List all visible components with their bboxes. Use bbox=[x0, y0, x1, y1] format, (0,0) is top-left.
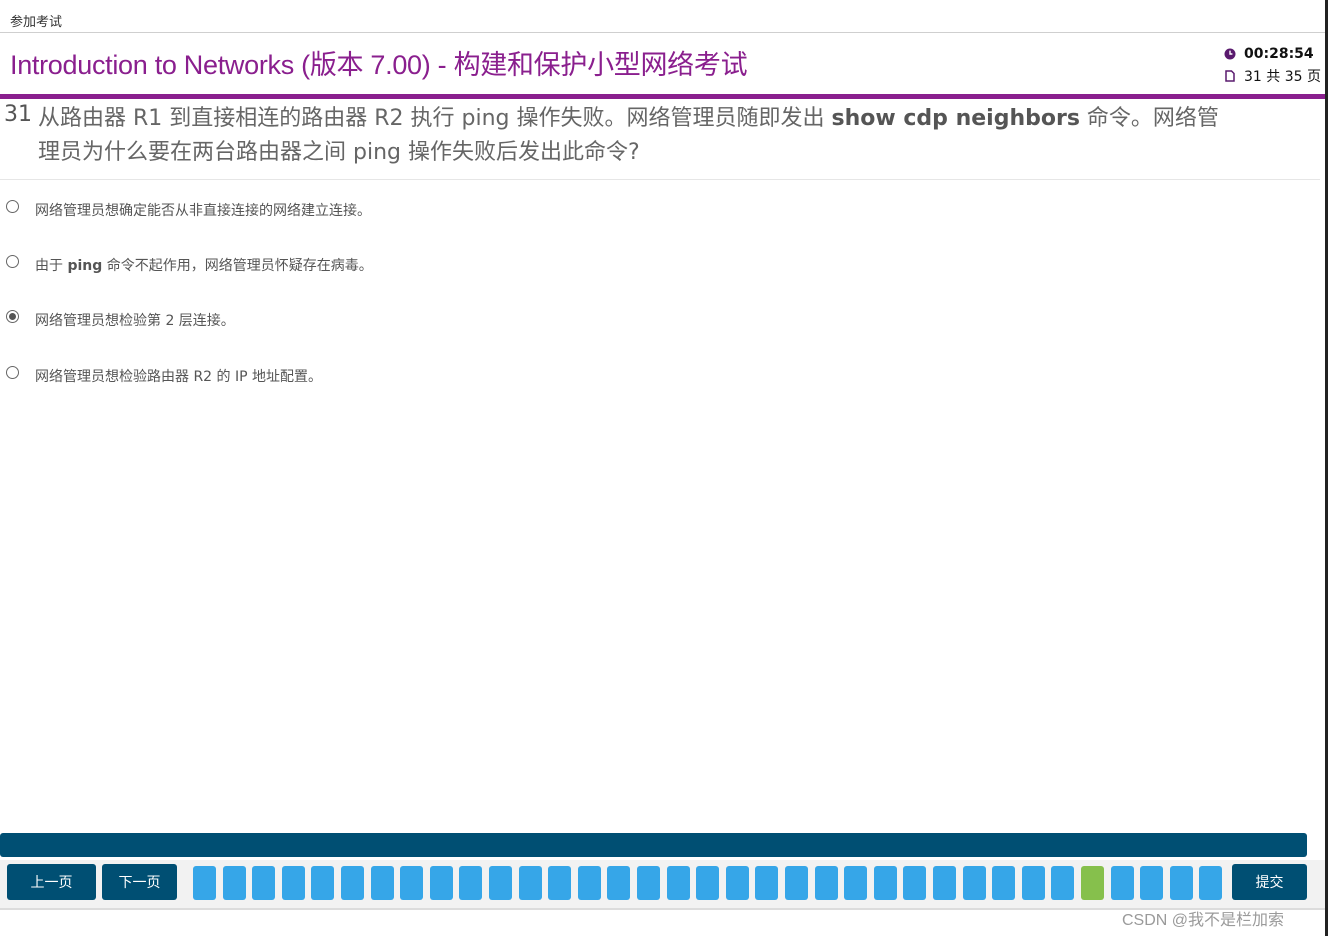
question-nav-box[interactable] bbox=[1199, 866, 1222, 900]
question-number: 31 bbox=[4, 102, 32, 127]
question-nav-box[interactable] bbox=[1022, 866, 1045, 900]
previous-page-button[interactable]: 上一页 bbox=[7, 864, 96, 900]
question-nav-box[interactable] bbox=[785, 866, 808, 900]
question-nav-box[interactable] bbox=[667, 866, 690, 900]
submit-button[interactable]: 提交 bbox=[1232, 864, 1307, 900]
progress-bar bbox=[0, 833, 1307, 857]
answer-bold-term: ping bbox=[67, 258, 103, 274]
radio-button[interactable] bbox=[6, 255, 19, 268]
question-nav-box[interactable] bbox=[963, 866, 986, 900]
question-nav-box[interactable] bbox=[311, 866, 334, 900]
question-nav-box[interactable] bbox=[223, 866, 246, 900]
question-nav-box[interactable] bbox=[1051, 866, 1074, 900]
question-nav-box[interactable] bbox=[282, 866, 305, 900]
question-nav-box[interactable] bbox=[341, 866, 364, 900]
page-counter: 31 共 35 页 bbox=[1244, 69, 1321, 85]
exam-meta: 00:28:54 31 共 35 页 bbox=[1224, 43, 1321, 87]
question-nav-box[interactable] bbox=[519, 866, 542, 900]
question-nav-box[interactable] bbox=[1170, 866, 1193, 900]
question-nav-box[interactable] bbox=[578, 866, 601, 900]
radio-button[interactable] bbox=[6, 366, 19, 379]
answer-label[interactable]: 网络管理员想检验路由器 R2 的 IP 地址配置。 bbox=[35, 366, 322, 386]
question-nav-box[interactable] bbox=[992, 866, 1015, 900]
answer-option-3[interactable]: 网络管理员想检验第 2 层连接。 bbox=[0, 300, 900, 340]
question-nav-box[interactable] bbox=[933, 866, 956, 900]
question-nav-box[interactable] bbox=[548, 866, 571, 900]
clock-icon bbox=[1224, 48, 1236, 60]
question-nav-box[interactable] bbox=[874, 866, 897, 900]
answer-option-2[interactable]: 由于 ping 命令不起作用，网络管理员怀疑存在病毒。 bbox=[0, 245, 900, 285]
document-icon bbox=[1225, 70, 1235, 82]
question-nav-box[interactable] bbox=[400, 866, 423, 900]
answer-prefix: 由于 bbox=[35, 258, 68, 274]
question-nav-box[interactable] bbox=[459, 866, 482, 900]
question-nav-box[interactable] bbox=[607, 866, 630, 900]
answer-label[interactable]: 网络管理员想检验第 2 层连接。 bbox=[35, 310, 235, 330]
exam-header: Introduction to Networks (版本 7.00) - 构建和… bbox=[0, 34, 1325, 94]
question-nav-box[interactable] bbox=[1111, 866, 1134, 900]
question-nav-box[interactable] bbox=[726, 866, 749, 900]
question-nav-box[interactable] bbox=[252, 866, 275, 900]
question-text-start: 从路由器 R1 到直接相连的路由器 R2 执行 ping 操作失败。网络管理员随… bbox=[38, 106, 832, 131]
question-nav-box[interactable] bbox=[193, 866, 216, 900]
question-nav-box[interactable] bbox=[844, 866, 867, 900]
answer-option-4[interactable]: 网络管理员想检验路由器 R2 的 IP 地址配置。 bbox=[0, 356, 900, 396]
question-command: show cdp neighbors bbox=[831, 106, 1080, 131]
answer-rest: 命令不起作用，网络管理员怀疑存在病毒。 bbox=[102, 258, 373, 274]
navigation-strip: 上一页 下一页 提交 bbox=[0, 860, 1325, 908]
question-nav-box[interactable] bbox=[1140, 866, 1163, 900]
question-nav-box[interactable] bbox=[637, 866, 660, 900]
radio-button[interactable] bbox=[6, 200, 19, 213]
top-bar: 参加考试 bbox=[0, 0, 1325, 33]
question-nav-box[interactable] bbox=[903, 866, 926, 900]
question-nav-box-current[interactable] bbox=[1081, 866, 1104, 900]
page-label: 参加考试 bbox=[10, 15, 63, 30]
question-text: 从路由器 R1 到直接相连的路由器 R2 执行 ping 操作失败。网络管理员随… bbox=[38, 102, 1238, 170]
question-nav-box[interactable] bbox=[430, 866, 453, 900]
page-counter-row: 31 共 35 页 bbox=[1224, 65, 1321, 87]
timer: 00:28:54 bbox=[1244, 46, 1314, 62]
question-nav-box[interactable] bbox=[815, 866, 838, 900]
watermark: CSDN @我不是栏加索 bbox=[1122, 912, 1285, 929]
answer-label[interactable]: 网络管理员想确定能否从非直接连接的网络建立连接。 bbox=[35, 200, 371, 220]
question-nav-box[interactable] bbox=[489, 866, 512, 900]
question-nav-box[interactable] bbox=[755, 866, 778, 900]
question-block: 31 从路由器 R1 到直接相连的路由器 R2 执行 ping 操作失败。网络管… bbox=[0, 99, 1320, 180]
exam-title: Introduction to Networks (版本 7.00) - 构建和… bbox=[10, 50, 748, 80]
answer-option-1[interactable]: 网络管理员想确定能否从非直接连接的网络建立连接。 bbox=[0, 190, 900, 230]
question-nav-box[interactable] bbox=[696, 866, 719, 900]
question-nav-box[interactable] bbox=[371, 866, 394, 900]
answer-label[interactable]: 由于 ping 命令不起作用，网络管理员怀疑存在病毒。 bbox=[35, 255, 373, 275]
next-page-button[interactable]: 下一页 bbox=[102, 864, 177, 900]
radio-button-selected[interactable] bbox=[6, 310, 19, 323]
timer-row: 00:28:54 bbox=[1224, 43, 1321, 65]
